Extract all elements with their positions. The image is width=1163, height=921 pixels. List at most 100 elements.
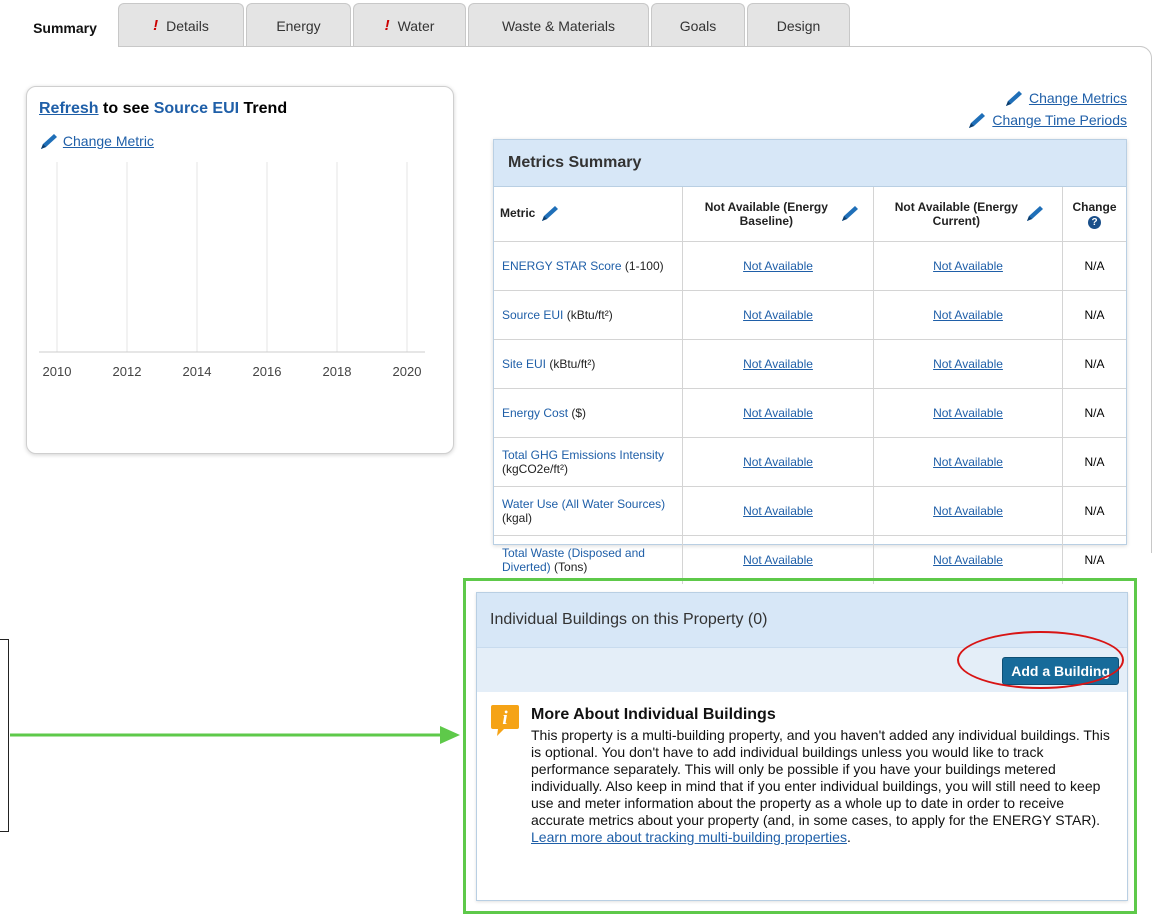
info-content: More About Individual Buildings This pro…: [531, 706, 1116, 846]
current-link[interactable]: Not Available: [933, 553, 1003, 567]
metric-links: Change Metrics Change Time Periods: [966, 87, 1127, 131]
info-icon: i: [491, 705, 519, 736]
tab-design[interactable]: Design: [747, 3, 850, 47]
tab-label: Waste & Materials: [501, 17, 616, 34]
current-cell: Not Available: [873, 535, 1063, 584]
info-paragraph: This property is a multi-building proper…: [531, 727, 1110, 828]
baseline-link[interactable]: Not Available: [743, 406, 813, 420]
metric-unit: (1-100): [621, 259, 664, 273]
baseline-link[interactable]: Not Available: [743, 259, 813, 273]
x-tick-label: 2020: [393, 364, 422, 379]
table-row: Source EUI (kBtu/ft²) Not Available Not …: [494, 290, 1126, 340]
current-link[interactable]: Not Available: [933, 357, 1003, 371]
info-title: More About Individual Buildings: [531, 706, 776, 723]
baseline-cell: Not Available: [682, 339, 874, 389]
change-time-periods-link[interactable]: Change Time Periods: [966, 109, 1127, 131]
baseline-link[interactable]: Not Available: [743, 553, 813, 567]
change-cell: N/A: [1084, 553, 1105, 567]
current-link[interactable]: Not Available: [933, 259, 1003, 273]
change-time-periods-label: Change Time Periods: [992, 112, 1127, 128]
learn-more-link[interactable]: Learn more about tracking multi-building…: [531, 829, 847, 845]
metric-name-cell: Energy Cost ($): [494, 388, 683, 438]
baseline-cell: Not Available: [682, 486, 874, 536]
col-current-header: Not Available (Energy Current): [873, 187, 1063, 242]
trend-title-text: to see: [98, 100, 154, 117]
pencil-icon[interactable]: [1025, 205, 1045, 223]
x-tick-label: 2014: [183, 364, 212, 379]
tab-goals[interactable]: Goals: [651, 3, 745, 47]
col-metric-header: Metric: [494, 187, 683, 242]
pencil-icon: [1006, 91, 1023, 107]
tab-waste-materials[interactable]: Waste & Materials: [468, 3, 649, 47]
table-row: Water Use (All Water Sources) (kgal) Not…: [494, 486, 1126, 536]
tab-water[interactable]: ! Water: [353, 3, 466, 47]
col-current-label: Not Available (Energy Current): [894, 200, 1018, 228]
trend-title: Refresh to see Source EUI Trend: [39, 100, 287, 118]
current-link[interactable]: Not Available: [933, 504, 1003, 518]
trend-title-text: Trend: [239, 100, 288, 117]
current-cell: Not Available: [873, 290, 1063, 340]
tab-energy[interactable]: Energy: [246, 3, 351, 47]
tab-label: Summary: [33, 20, 97, 36]
tab-label: Energy: [276, 17, 321, 34]
col-change-header: Change ?: [1062, 187, 1126, 242]
col-change-label: Change: [1072, 199, 1117, 214]
baseline-link[interactable]: Not Available: [743, 455, 813, 469]
table-row: Site EUI (kBtu/ft²) Not Available Not Av…: [494, 339, 1126, 389]
baseline-link[interactable]: Not Available: [743, 308, 813, 322]
trend-panel: Refresh to see Source EUI Trend Change M…: [26, 86, 454, 454]
help-icon[interactable]: ?: [1088, 215, 1101, 229]
change-cell: N/A: [1062, 486, 1126, 536]
metric-unit: ($): [568, 406, 587, 420]
col-baseline-header: Not Available (Energy Baseline): [682, 187, 874, 242]
metric-name-link[interactable]: Site EUI: [502, 357, 546, 371]
change-metric-link[interactable]: Change Metric: [39, 133, 154, 151]
baseline-cell: Not Available: [682, 437, 874, 487]
x-tick-label: 2010: [43, 364, 72, 379]
baseline-cell: Not Available: [682, 535, 874, 584]
trend-metric-name: Source EUI: [153, 100, 240, 117]
current-link[interactable]: Not Available: [933, 406, 1003, 420]
info-period: .: [846, 829, 851, 845]
metric-name-cell: Water Use (All Water Sources) (kgal): [494, 486, 683, 536]
current-cell: Not Available: [873, 241, 1063, 291]
tab-details[interactable]: ! Details: [118, 3, 244, 47]
current-cell: Not Available: [873, 339, 1063, 389]
change-metrics-label: Change Metrics: [1028, 90, 1127, 106]
metric-name-cell: Total Waste (Disposed and Diverted) (Ton…: [494, 535, 683, 584]
baseline-cell: Not Available: [682, 388, 874, 438]
metric-name-link[interactable]: Water Use (All Water Sources): [502, 497, 665, 511]
metric-name-link[interactable]: ENERGY STAR Score: [502, 259, 622, 273]
metric-name-cell: Total GHG Emissions Intensity (kgCO2e/ft…: [494, 437, 683, 487]
change-cell: N/A: [1062, 241, 1126, 291]
current-link[interactable]: Not Available: [933, 308, 1003, 322]
table-row: ENERGY STAR Score (1-100) Not Available …: [494, 241, 1126, 291]
baseline-link[interactable]: Not Available: [743, 504, 813, 518]
baseline-cell: Not Available: [682, 290, 874, 340]
change-cell: N/A: [1062, 388, 1126, 438]
metrics-table: Metric Not Available (Energy Baseline) N…: [494, 187, 1126, 584]
metric-unit: (kgal): [502, 511, 533, 525]
metric-name-link[interactable]: Source EUI: [502, 308, 563, 322]
content-top-border: [118, 46, 850, 47]
current-link[interactable]: Not Available: [933, 455, 1003, 469]
refresh-link[interactable]: Refresh: [39, 100, 99, 117]
metric-name-link[interactable]: Energy Cost: [502, 406, 568, 420]
change-cell: N/A: [1062, 437, 1126, 487]
table-row: Total Waste (Disposed and Diverted) (Ton…: [494, 535, 1126, 584]
pencil-icon: [41, 134, 57, 150]
tab-summary[interactable]: Summary: [14, 0, 116, 48]
metric-name-link[interactable]: Total GHG Emissions Intensity: [502, 448, 664, 462]
current-cell: Not Available: [873, 486, 1063, 536]
metric-unit: (kBtu/ft²): [563, 308, 613, 322]
metric-name-cell: Source EUI (kBtu/ft²): [494, 290, 683, 340]
tab-label: Details: [166, 17, 209, 34]
highlight-oval: [957, 631, 1124, 689]
col-baseline-label: Not Available (Energy Baseline): [704, 200, 828, 228]
tab-label: Water: [397, 17, 435, 34]
baseline-link[interactable]: Not Available: [743, 357, 813, 371]
pencil-icon[interactable]: [539, 205, 561, 223]
pencil-icon[interactable]: [840, 205, 860, 223]
change-metrics-link[interactable]: Change Metrics: [966, 87, 1127, 109]
current-cell: Not Available: [873, 437, 1063, 487]
